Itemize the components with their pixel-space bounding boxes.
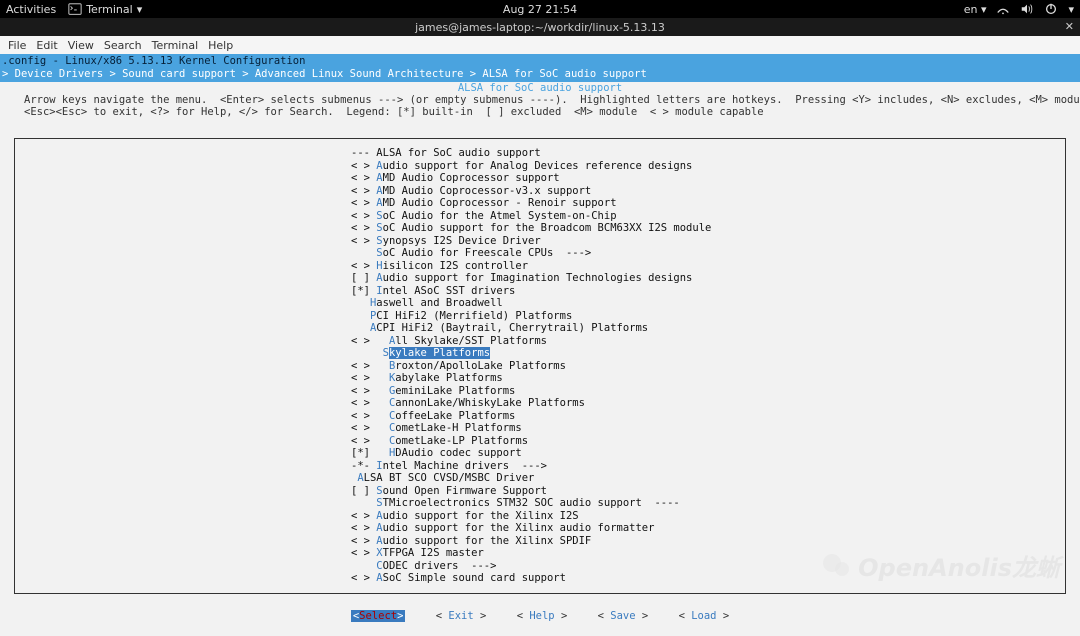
option-row[interactable]: ACPI HiFi2 (Baytrail, Cherrytrail) Platf… <box>21 322 1059 335</box>
input-lang[interactable]: en ▾ <box>964 3 987 16</box>
save-button[interactable]: < Save > <box>598 610 649 622</box>
option-row[interactable]: --- ALSA for SoC audio support <box>21 147 1059 160</box>
activities-button[interactable]: Activities <box>6 3 56 16</box>
volume-icon[interactable] <box>1020 2 1034 16</box>
option-row[interactable]: Haswell and Broadwell <box>21 297 1059 310</box>
menu-edit[interactable]: Edit <box>36 39 57 52</box>
option-row[interactable]: < > SoC Audio support for the Broadcom B… <box>21 222 1059 235</box>
option-row[interactable]: < > ASoC Simple sound card support <box>21 572 1059 585</box>
help-button[interactable]: < Help > <box>517 610 568 622</box>
menu-file[interactable]: File <box>8 39 26 52</box>
option-row[interactable]: < > CometLake-H Platforms <box>21 422 1059 435</box>
options-box: --- ALSA for SoC audio support< > Audio … <box>14 138 1066 594</box>
option-row[interactable]: < > CannonLake/WhiskyLake Platforms <box>21 397 1059 410</box>
option-row[interactable]: < > Audio support for the Xilinx audio f… <box>21 522 1059 535</box>
exit-button[interactable]: < Exit > <box>436 610 487 622</box>
load-button[interactable]: < Load > <box>679 610 730 622</box>
window-titlebar: james@james-laptop:~/workdir/linux-5.13.… <box>0 18 1080 36</box>
option-row[interactable]: < > SoC Audio for the Atmel System-on-Ch… <box>21 210 1059 223</box>
network-icon[interactable] <box>996 2 1010 16</box>
menu-view[interactable]: View <box>68 39 94 52</box>
option-row[interactable]: < > GeminiLake Platforms <box>21 385 1059 398</box>
box-title: ALSA for SoC audio support <box>4 82 1076 94</box>
help-line-1: Arrow keys navigate the menu. <Enter> se… <box>4 94 1076 106</box>
option-row[interactable]: PCI HiFi2 (Merrifield) Platforms <box>21 310 1059 323</box>
option-row[interactable]: < > Hisilicon I2S controller <box>21 260 1059 273</box>
terminal-area[interactable]: .config - Linux/x86 5.13.13 Kernel Confi… <box>0 54 1080 608</box>
option-row[interactable]: STMicroelectronics STM32 SOC audio suppo… <box>21 497 1059 510</box>
option-row[interactable]: < > Audio support for the Xilinx SPDIF <box>21 535 1059 548</box>
chevron-down-icon: ▾ <box>1068 3 1074 16</box>
help-line-2: <Esc><Esc> to exit, <?> for Help, </> fo… <box>4 106 1076 118</box>
menuconfig-body: ALSA for SoC audio support Arrow keys na… <box>0 82 1080 636</box>
option-row[interactable]: < > Synopsys I2S Device Driver <box>21 235 1059 248</box>
option-row[interactable]: < > AMD Audio Coprocessor - Renoir suppo… <box>21 197 1059 210</box>
chevron-down-icon: ▾ <box>137 3 143 16</box>
window-title: james@james-laptop:~/workdir/linux-5.13.… <box>415 21 665 34</box>
option-row[interactable]: < > CometLake-LP Platforms <box>21 435 1059 448</box>
gnome-topbar: Activities Terminal ▾ Aug 27 21:54 en ▾ … <box>0 0 1080 18</box>
option-row[interactable]: < > Audio support for the Xilinx I2S <box>21 510 1059 523</box>
terminal-icon <box>68 2 82 16</box>
option-row[interactable]: Skylake Platforms <box>21 347 1059 360</box>
menu-terminal[interactable]: Terminal <box>152 39 199 52</box>
option-row[interactable]: [*] Intel ASoC SST drivers <box>21 285 1059 298</box>
clock[interactable]: Aug 27 21:54 <box>503 3 577 16</box>
option-row[interactable]: -*- Intel Machine drivers ---> <box>21 460 1059 473</box>
option-row[interactable]: < > Audio support for Analog Devices ref… <box>21 160 1059 173</box>
app-menu[interactable]: Terminal ▾ <box>68 2 142 16</box>
option-row[interactable]: ALSA BT SCO CVSD/MSBC Driver <box>21 472 1059 485</box>
app-menu-label: Terminal <box>86 3 133 16</box>
option-row[interactable]: CODEC drivers ---> <box>21 560 1059 573</box>
option-row[interactable]: [ ] Audio support for Imagination Techno… <box>21 272 1059 285</box>
power-icon[interactable] <box>1044 2 1058 16</box>
option-row[interactable]: < > All Skylake/SST Platforms <box>21 335 1059 348</box>
option-row[interactable]: < > Broxton/ApolloLake Platforms <box>21 360 1059 373</box>
option-row[interactable]: SoC Audio for Freescale CPUs ---> <box>21 247 1059 260</box>
button-row: <Select> < Exit > < Help > < Save > < Lo… <box>4 604 1076 626</box>
option-row[interactable]: [ ] Sound Open Firmware Support <box>21 485 1059 498</box>
terminal-menubar: File Edit View Search Terminal Help <box>0 36 1080 54</box>
option-row[interactable]: < > AMD Audio Coprocessor-v3.x support <box>21 185 1059 198</box>
option-row[interactable]: [*] HDAudio codec support <box>21 447 1059 460</box>
option-row[interactable]: < > AMD Audio Coprocessor support <box>21 172 1059 185</box>
option-row[interactable]: < > Kabylake Platforms <box>21 372 1059 385</box>
close-icon[interactable]: ✕ <box>1065 20 1074 33</box>
option-row[interactable]: < > CoffeeLake Platforms <box>21 410 1059 423</box>
menu-help[interactable]: Help <box>208 39 233 52</box>
menu-search[interactable]: Search <box>104 39 142 52</box>
menuconfig-header: .config - Linux/x86 5.13.13 Kernel Confi… <box>0 54 1080 82</box>
select-button[interactable]: <Select> <box>351 610 406 622</box>
option-row[interactable]: < > XTFPGA I2S master <box>21 547 1059 560</box>
